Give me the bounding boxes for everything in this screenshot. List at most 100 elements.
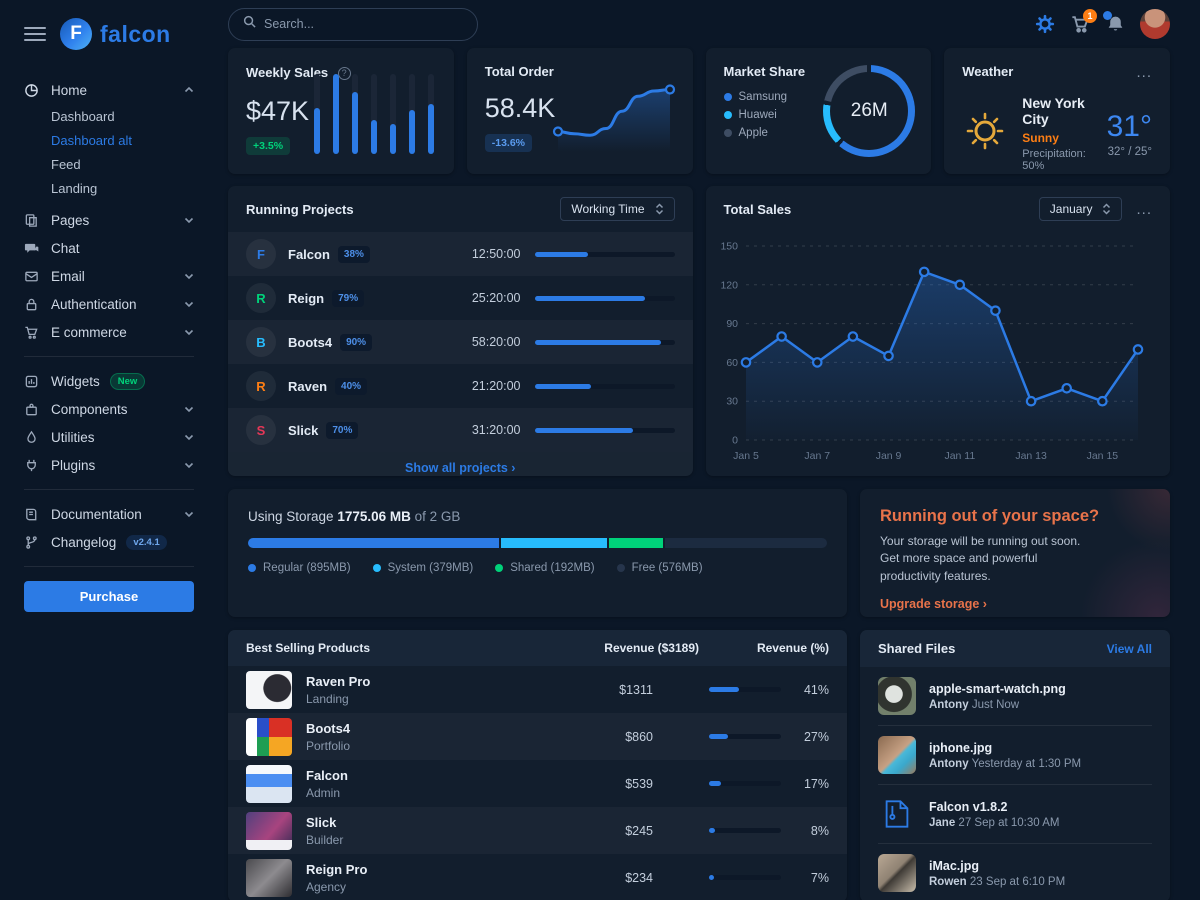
- project-row[interactable]: B Boots4 90% 58:20:00: [228, 320, 693, 364]
- sidebar-item-dashboard[interactable]: Dashboard: [51, 104, 194, 128]
- sidebar-nav: Home Dashboard Dashboard alt Feed Landin…: [0, 56, 212, 346]
- purchase-button[interactable]: Purchase: [24, 581, 194, 612]
- sidebar-item-components[interactable]: Components: [24, 395, 194, 423]
- shopping-cart-icon: [24, 325, 41, 340]
- sidebar-nav-docs: Documentation Changelog v2.4.1: [0, 500, 212, 556]
- svg-text:120: 120: [720, 279, 738, 291]
- weather-card: Weather ... New York City Sunny Precipit…: [944, 48, 1170, 174]
- product-row[interactable]: FalconAdmin $539 17%: [228, 760, 847, 807]
- product-thumbnail: [246, 718, 292, 756]
- storage-used: 1775.06 MB: [337, 509, 411, 524]
- legend-item: System (379MB): [373, 562, 474, 574]
- chevron-down-icon: [184, 216, 194, 224]
- sidebar-item-utilities[interactable]: Utilities: [24, 423, 194, 451]
- product-row[interactable]: Boots4Portfolio $860 27%: [228, 713, 847, 760]
- file-row[interactable]: iphone.jpg Antony Yesterday at 1:30 PM: [878, 726, 1152, 785]
- project-row[interactable]: R Reign 79% 25:20:00: [228, 276, 693, 320]
- file-row[interactable]: Falcon v1.8.2 Jane 27 Sep at 10:30 AM: [878, 785, 1152, 844]
- storage-segment: [501, 538, 607, 548]
- project-avatar: R: [246, 283, 276, 313]
- legend-dot: [724, 129, 732, 137]
- sidebar-divider: [24, 566, 194, 567]
- total-sales-line-chart: 0306090120150Jan 5Jan 7Jan 9Jan 11Jan 13…: [706, 232, 1171, 475]
- project-row[interactable]: F Falcon 38% 12:50:00: [228, 232, 693, 276]
- chat-icon: [24, 241, 41, 256]
- sidebar-item-dashboard-alt[interactable]: Dashboard alt: [51, 128, 194, 152]
- svg-text:Jan 13: Jan 13: [1015, 450, 1047, 462]
- chevron-down-icon: [184, 461, 194, 469]
- falcon-dashboard: F falcon Home Dashboard Dashboard alt Fe…: [0, 0, 1200, 900]
- chevron-down-icon: [184, 510, 194, 518]
- storage-segment: [609, 538, 663, 548]
- show-all-projects-link[interactable]: Show all projects ›: [228, 452, 693, 476]
- total-order-card: Total Order 58.4K -13.6%: [467, 48, 693, 174]
- project-progress-badge: 79%: [332, 290, 364, 307]
- sidebar-item-plugins[interactable]: Plugins: [24, 451, 194, 479]
- storage-title: Using Storage 1775.06 MB of 2 GB: [248, 509, 827, 524]
- legend-item: Shared (192MB): [495, 562, 594, 574]
- book-icon: [24, 507, 41, 522]
- legend-item: Free (576MB): [617, 562, 703, 574]
- sidebar-item-email[interactable]: Email: [24, 262, 194, 290]
- settings-gear-icon[interactable]: [1035, 14, 1055, 34]
- project-avatar: B: [246, 327, 276, 357]
- email-icon: [24, 269, 41, 284]
- avatar[interactable]: [1140, 9, 1170, 39]
- file-row[interactable]: iMac.jpg Rowen 23 Sep at 6:10 PM: [878, 844, 1152, 900]
- weather-condition: Sunny: [1022, 131, 1092, 145]
- project-avatar: S: [246, 415, 276, 445]
- project-time: 25:20:00: [472, 291, 521, 305]
- chevron-down-icon: [184, 433, 194, 441]
- more-options-icon[interactable]: ...: [1136, 64, 1152, 81]
- search-box[interactable]: [228, 8, 478, 41]
- chevron-down-icon: [184, 300, 194, 308]
- sidebar-item-home[interactable]: Home: [24, 76, 194, 104]
- project-row[interactable]: R Raven 40% 21:20:00: [228, 364, 693, 408]
- sidebar-item-feed[interactable]: Feed: [51, 152, 194, 176]
- product-thumbnail: [246, 765, 292, 803]
- revenue-bar: [709, 734, 781, 739]
- legend-dot: [724, 93, 732, 101]
- project-progress-badge: 90%: [340, 334, 372, 351]
- product-row[interactable]: Raven ProLanding $1311 41%: [228, 666, 847, 713]
- sidebar-item-widgets[interactable]: Widgets New: [24, 367, 194, 395]
- cart-icon[interactable]: 1: [1070, 14, 1091, 34]
- sidebar-item-ecommerce[interactable]: E commerce: [24, 318, 194, 346]
- product-row[interactable]: Reign ProAgency $234 7%: [228, 854, 847, 900]
- revenue-bar: [709, 828, 781, 833]
- more-options-icon[interactable]: ...: [1136, 201, 1152, 218]
- sun-icon: [962, 108, 1008, 159]
- sidebar-item-authentication[interactable]: Authentication: [24, 290, 194, 318]
- file-thumbnail: [878, 677, 916, 715]
- product-row[interactable]: SlickBuilder $245 8%: [228, 807, 847, 854]
- cart-count-badge: 1: [1083, 9, 1097, 23]
- month-select[interactable]: January: [1039, 197, 1123, 221]
- project-row[interactable]: S Slick 70% 31:20:00: [228, 408, 693, 452]
- product-thumbnail: [246, 812, 292, 850]
- hamburger-menu-icon[interactable]: [24, 23, 46, 45]
- sidebar-item-changelog[interactable]: Changelog v2.4.1: [24, 528, 194, 556]
- upgrade-storage-link[interactable]: Upgrade storage ›: [880, 597, 987, 611]
- project-progress-bar: [535, 428, 675, 433]
- weather-temp: 31°: [1107, 110, 1152, 144]
- space-title: Running out of your space?: [880, 507, 1150, 526]
- shared-files-card: Shared Files View All apple-smart-watch.…: [860, 630, 1170, 900]
- sidebar-item-documentation[interactable]: Documentation: [24, 500, 194, 528]
- search-input[interactable]: [264, 17, 463, 31]
- file-row[interactable]: apple-smart-watch.png Antony Just Now: [878, 667, 1152, 726]
- bell-icon[interactable]: [1106, 14, 1125, 34]
- working-time-select[interactable]: Working Time: [560, 197, 674, 221]
- products-table-header: Best Selling Products Revenue ($3189) Re…: [228, 630, 847, 666]
- svg-text:0: 0: [732, 435, 738, 447]
- shared-files-title: Shared Files: [878, 641, 955, 656]
- topbar: 1: [228, 0, 1170, 48]
- view-all-link[interactable]: View All: [1107, 642, 1152, 656]
- sidebar-item-pages[interactable]: Pages: [24, 206, 194, 234]
- pages-icon: [24, 213, 41, 228]
- svg-text:Jan 11: Jan 11: [944, 450, 975, 462]
- total-sales-title: Total Sales: [724, 202, 792, 217]
- sidebar-item-landing[interactable]: Landing: [51, 176, 194, 200]
- search-icon: [243, 15, 256, 33]
- sidebar-item-chat[interactable]: Chat: [24, 234, 194, 262]
- falcon-logo[interactable]: F falcon: [60, 18, 171, 50]
